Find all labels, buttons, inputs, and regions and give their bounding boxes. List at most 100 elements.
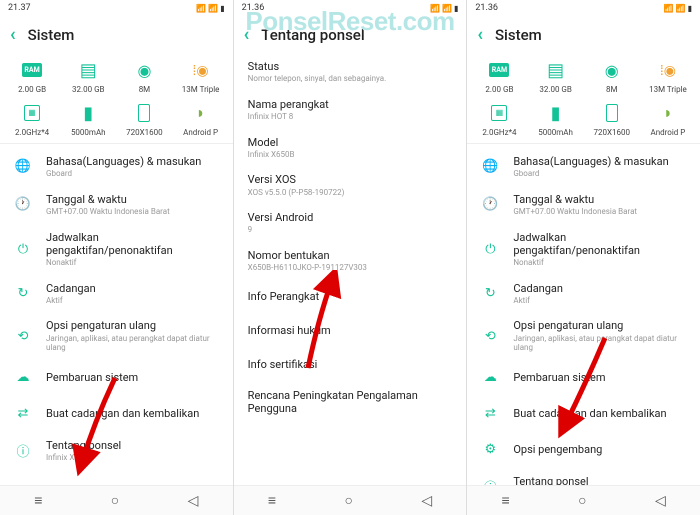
settings-item[interactable]: Info sertifikasi: [234, 348, 467, 382]
ram-icon: RAM: [488, 59, 510, 81]
settings-item[interactable]: Versi XOSXOS v5.5.0 (P-P58-190722): [234, 166, 467, 204]
spec-row: RAM 2.00 GB ▤32.00 GB ◉ 8M ⁞◉ 13M Triple: [0, 53, 233, 96]
nav-home-button[interactable]: ○: [344, 492, 352, 509]
settings-item[interactable]: 🕐Tanggal & waktuGMT+07.00 Waktu Indonesi…: [0, 186, 233, 224]
item-subtitle: Infinix HOT 8: [248, 112, 294, 122]
nav-menu-button[interactable]: ≡: [268, 492, 276, 509]
status-icons: 📶 📶 ▮: [196, 4, 224, 13]
settings-item[interactable]: 🌐Bahasa(Languages) & masukanGboard: [467, 148, 700, 186]
settings-item[interactable]: ⏻Jadwalkan pengaktifan/penonaktifanNonak…: [0, 224, 233, 275]
item-title: Buat cadangan dan kembalikan: [46, 407, 199, 420]
spec-item[interactable]: ▤32.00 GB: [60, 59, 116, 94]
spec-label: 2.0GHz*4: [482, 128, 516, 137]
settings-item[interactable]: ↻CadanganAktif: [467, 275, 700, 313]
settings-item[interactable]: ⚙Opsi pengembang: [467, 432, 700, 468]
spec-item[interactable]: ▦2.0GHz*4: [471, 102, 527, 137]
settings-item[interactable]: Nomor bentukanX650B-H6110JKO-P-191127V30…: [234, 242, 467, 280]
nav-menu-button[interactable]: ≡: [502, 492, 510, 509]
settings-item[interactable]: ⓘTentang ponselInfinix X650B: [0, 432, 233, 470]
item-subtitle: Aktif: [46, 296, 96, 306]
spec-label: 13M Triple: [649, 85, 687, 94]
spec-item[interactable]: ◉ 8M: [116, 59, 172, 94]
back-arrow-icon[interactable]: ‹: [244, 24, 250, 45]
settings-item[interactable]: Versi Android9: [234, 204, 467, 242]
nav-menu-button[interactable]: ≡: [34, 492, 42, 509]
spec-label: 13M Triple: [182, 85, 220, 94]
item-title: Buat cadangan dan kembalikan: [513, 407, 666, 420]
phone-screen: 21.37📶 📶 ▮‹SistemRAM2.00 GB▤32.00 GB◉8M⁞…: [0, 0, 233, 515]
navigation-bar: ≡ ○ ◁: [0, 485, 233, 515]
spec-label: Android P: [651, 128, 686, 137]
spec-item[interactable]: ▦2.0GHz*4: [4, 102, 60, 137]
settings-item[interactable]: 🌐Bahasa(Languages) & masukanGboard: [0, 148, 233, 186]
phone-screen: 21.36📶 📶 ▮‹SistemRAM2.00 GB▤32.00 GB◉8M⁞…: [466, 0, 700, 515]
spec-item[interactable]: ▤32.00 GB: [528, 59, 584, 94]
spec-item[interactable]: 720X1600: [584, 102, 640, 137]
settings-item[interactable]: ⓘTentang ponselInfinix X650B: [467, 468, 700, 485]
triple-icon: ⁞◉: [190, 59, 212, 81]
page-title: Tentang ponsel: [261, 26, 364, 44]
nav-back-button[interactable]: ◁: [655, 493, 666, 509]
settings-item[interactable]: ☁ Pembaruan sistem: [0, 360, 233, 396]
spec-label: 32.00 GB: [72, 85, 105, 94]
page-header: ‹Sistem: [467, 16, 700, 53]
settings-item[interactable]: Nama perangkatInfinix HOT 8: [234, 91, 467, 129]
settings-item[interactable]: Rencana Peningkatan Pengalaman Pengguna: [234, 382, 467, 422]
item-icon: 🕐: [14, 196, 32, 214]
item-title: Cadangan: [46, 282, 96, 295]
item-subtitle: Infinix X650B: [46, 453, 121, 463]
spec-label: 8M: [139, 85, 150, 94]
settings-list: 🌐Bahasa(Languages) & masukanGboard🕐Tangg…: [0, 148, 233, 485]
item-icon: ↻: [481, 284, 499, 302]
item-icon: ☁: [14, 369, 32, 387]
item-title: Status: [248, 60, 279, 73]
spec-row: RAM2.00 GB▤32.00 GB◉8M⁞◉13M Triple: [467, 53, 700, 96]
nav-home-button[interactable]: ○: [578, 492, 586, 509]
settings-item[interactable]: ⟲Opsi pengaturan ulangJaringan, aplikasi…: [467, 312, 700, 359]
spec-item[interactable]: ◉8M: [584, 59, 640, 94]
item-title: Nama perangkat: [248, 98, 329, 111]
spec-item[interactable]: ⁞◉ 13M Triple: [173, 59, 229, 94]
back-arrow-icon[interactable]: ‹: [10, 24, 16, 45]
spec-item[interactable]: RAM 2.00 GB: [4, 59, 60, 94]
item-icon: 🕐: [481, 196, 499, 214]
item-subtitle: Nonaktif: [513, 258, 686, 268]
settings-item[interactable]: ↻CadanganAktif: [0, 275, 233, 313]
item-subtitle: Jaringan, aplikasi, atau perangkat dapat…: [513, 334, 686, 353]
android-icon: ◗: [190, 102, 212, 124]
status-bar: 21.36📶 📶 ▮: [234, 0, 467, 16]
spec-item[interactable]: ⁞◉13M Triple: [640, 59, 696, 94]
nav-back-button[interactable]: ◁: [188, 493, 199, 509]
settings-item[interactable]: ☁Pembaruan sistem: [467, 360, 700, 396]
spec-item[interactable]: RAM2.00 GB: [471, 59, 527, 94]
page-title: Sistem: [28, 26, 75, 44]
spec-item[interactable]: 720X1600: [116, 102, 172, 137]
spec-label: 720X1600: [126, 128, 163, 137]
nav-home-button[interactable]: ○: [111, 492, 119, 509]
item-icon: 🌐: [14, 158, 32, 176]
nav-back-button[interactable]: ◁: [421, 493, 432, 509]
settings-item[interactable]: ⇄Buat cadangan dan kembalikan: [467, 396, 700, 432]
status-time: 21.36: [475, 3, 498, 13]
item-title: Pembaruan sistem: [46, 371, 138, 384]
spec-item[interactable]: ▮5000mAh: [60, 102, 116, 137]
settings-item[interactable]: ModelInfinix X650B: [234, 129, 467, 167]
settings-item[interactable]: Informasi hukum: [234, 314, 467, 348]
settings-item[interactable]: ⟲Opsi pengaturan ulangJaringan, aplikasi…: [0, 312, 233, 359]
back-arrow-icon[interactable]: ‹: [477, 24, 483, 45]
settings-item[interactable]: Info Perangkat: [234, 280, 467, 314]
settings-item[interactable]: 🕐Tanggal & waktuGMT+07.00 Waktu Indonesi…: [467, 186, 700, 224]
item-title: Rencana Peningkatan Pengalaman Pengguna: [248, 389, 453, 415]
ram-icon: RAM: [21, 59, 43, 81]
spec-item[interactable]: ▮5000mAh: [528, 102, 584, 137]
settings-item[interactable]: ⇄Buat cadangan dan kembalikan: [0, 396, 233, 432]
item-subtitle: Infinix X650B: [248, 150, 295, 160]
spec-item[interactable]: ◗Android P: [173, 102, 229, 137]
item-title: Nomor bentukan: [248, 249, 330, 262]
camera-icon: ◉: [133, 59, 155, 81]
settings-item[interactable]: ⏻Jadwalkan pengaktifan/penonaktifanNonak…: [467, 224, 700, 275]
spec-item[interactable]: ◗Android P: [640, 102, 696, 137]
settings-item[interactable]: StatusNomor telepon, sinyal, dan sebagai…: [234, 53, 467, 91]
spec-label: 2.00 GB: [18, 85, 46, 94]
item-title: Info Perangkat: [248, 290, 320, 303]
